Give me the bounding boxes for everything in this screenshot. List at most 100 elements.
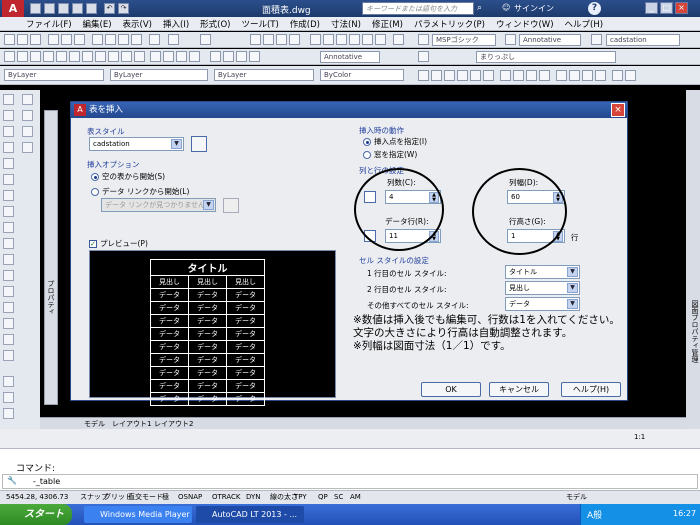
- save-icon[interactable]: [58, 3, 69, 14]
- properties-icon[interactable]: [310, 34, 321, 45]
- preview-checkbox[interactable]: ✓ プレビュー(P): [89, 238, 148, 249]
- insert-point-icon[interactable]: [569, 70, 580, 81]
- rotate-tool-icon[interactable]: [3, 206, 14, 217]
- tab-layout2[interactable]: レイアウト2: [154, 419, 193, 429]
- specify-window-radio[interactable]: 窓を指定(W): [363, 149, 417, 160]
- start-empty-radio[interactable]: 空の表から開始(S): [91, 171, 165, 182]
- quadrant-icon[interactable]: [513, 70, 524, 81]
- color-select[interactable]: ByLayer: [4, 69, 104, 81]
- wrench-icon[interactable]: 🔧: [7, 476, 17, 485]
- stretch-tool-icon[interactable]: [3, 238, 14, 249]
- open-icon[interactable]: [17, 34, 28, 45]
- intersection-icon[interactable]: [457, 70, 468, 81]
- status-toggle[interactable]: 直交モード: [128, 492, 163, 502]
- calculator-icon[interactable]: [375, 34, 386, 45]
- columns-input[interactable]: 4 ▲ ▼: [385, 190, 441, 204]
- status-toggle[interactable]: TPY: [294, 492, 307, 502]
- table-style-icon[interactable]: [591, 34, 602, 45]
- datalink-manager-button[interactable]: [223, 198, 239, 213]
- fillet-tool-icon[interactable]: [3, 334, 14, 345]
- none-snap-icon[interactable]: [612, 70, 623, 81]
- help-button[interactable]: ヘルプ(H): [561, 382, 621, 397]
- menu-modify[interactable]: 修正(M): [372, 18, 403, 30]
- table-style-select[interactable]: cadstation: [606, 34, 680, 46]
- model-toggle[interactable]: モデル: [566, 492, 587, 502]
- menu-tools[interactable]: ツール(T): [241, 18, 278, 30]
- maximize-icon[interactable]: □: [660, 2, 673, 14]
- revcloud-icon[interactable]: [95, 51, 106, 62]
- first-row-style-select[interactable]: タイトル ▼: [505, 265, 580, 279]
- join-tool-icon[interactable]: [3, 302, 14, 313]
- node-icon[interactable]: [582, 70, 593, 81]
- status-toggle[interactable]: QP: [318, 492, 328, 502]
- search-input[interactable]: キーワードまたは語句を入力: [362, 2, 474, 15]
- status-toggle[interactable]: OTRACK: [212, 492, 241, 502]
- coordinate-readout[interactable]: 5454.28, 4306.73: [6, 492, 68, 502]
- user-icon[interactable]: ☺: [502, 3, 510, 12]
- zoom-previous-icon[interactable]: [289, 34, 300, 45]
- annotation-scale[interactable]: 1:1: [634, 433, 645, 441]
- properties-palette-strip[interactable]: [44, 110, 58, 405]
- table-style-select[interactable]: cadstation ▼: [89, 137, 184, 151]
- dim-style-select[interactable]: Annotative: [519, 34, 581, 46]
- signin-button[interactable]: サインイン: [514, 3, 554, 14]
- table-icon[interactable]: [236, 51, 247, 62]
- pan-icon[interactable]: [250, 34, 261, 45]
- cancel-button[interactable]: キャンセル: [489, 382, 549, 397]
- column-width-input[interactable]: 60 ▲ ▼: [507, 190, 565, 204]
- circle-icon[interactable]: [82, 51, 93, 62]
- text-tool-icon[interactable]: [3, 376, 14, 387]
- minimize-icon[interactable]: _: [645, 2, 658, 14]
- save-icon[interactable]: [30, 34, 41, 45]
- make-block-icon[interactable]: [163, 51, 174, 62]
- cut-icon[interactable]: [92, 34, 103, 45]
- draw-line-icon[interactable]: [22, 94, 33, 105]
- line-tool-icon[interactable]: [3, 94, 14, 105]
- help-icon[interactable]: ?: [588, 2, 601, 15]
- text-style-select[interactable]: MSPゴシック: [432, 34, 496, 46]
- copy-tool-icon[interactable]: [3, 126, 14, 137]
- copy-icon[interactable]: [105, 34, 116, 45]
- break-tool-icon[interactable]: [3, 286, 14, 297]
- data-rows-input[interactable]: 11 ▲ ▼: [385, 229, 441, 243]
- table-style-launch-button[interactable]: [191, 136, 207, 152]
- block-editor-icon[interactable]: [149, 34, 160, 45]
- region-icon[interactable]: [223, 51, 234, 62]
- rectangle-icon[interactable]: [56, 51, 67, 62]
- menu-insert[interactable]: 挿入(I): [163, 18, 189, 30]
- plotstyle-select[interactable]: ByColor: [320, 69, 404, 81]
- sheet-set-icon[interactable]: [349, 34, 360, 45]
- insert-block-icon[interactable]: [150, 51, 161, 62]
- new-icon[interactable]: [4, 34, 15, 45]
- move-tool-icon[interactable]: [3, 190, 14, 201]
- endpoint-icon[interactable]: [431, 70, 442, 81]
- saveas-icon[interactable]: [72, 3, 83, 14]
- mtext-icon[interactable]: [249, 51, 260, 62]
- tool-palettes-icon[interactable]: [336, 34, 347, 45]
- tab-layout1[interactable]: レイアウト1: [112, 419, 151, 429]
- new-icon[interactable]: [30, 3, 41, 14]
- open-icon[interactable]: [44, 3, 55, 14]
- command-input[interactable]: 🔧 -_table: [2, 474, 698, 489]
- undo-icon[interactable]: ↶: [104, 3, 115, 14]
- redo-icon[interactable]: [200, 34, 211, 45]
- polyline-icon[interactable]: [30, 51, 41, 62]
- right-palette-strip[interactable]: [686, 90, 700, 430]
- publish-icon[interactable]: [74, 34, 85, 45]
- array-tool-icon[interactable]: [3, 174, 14, 185]
- draw-rect-icon[interactable]: [22, 142, 33, 153]
- snap-from-icon[interactable]: [418, 70, 429, 81]
- parallel-icon[interactable]: [556, 70, 567, 81]
- osnap-settings-icon[interactable]: [625, 70, 636, 81]
- offset-tool-icon[interactable]: [3, 158, 14, 169]
- status-toggle[interactable]: 極: [162, 492, 169, 502]
- search-icon[interactable]: ⌕: [477, 3, 482, 13]
- other-rows-style-select[interactable]: データ ▼: [505, 297, 580, 311]
- task-autocad[interactable]: AutoCAD LT 2013 - ...: [196, 506, 304, 523]
- match-properties-icon[interactable]: [131, 34, 142, 45]
- print-icon[interactable]: [48, 34, 59, 45]
- menu-format[interactable]: 形式(O): [200, 18, 230, 30]
- center-icon[interactable]: [500, 70, 511, 81]
- spline-icon[interactable]: [108, 51, 119, 62]
- point-icon[interactable]: [176, 51, 187, 62]
